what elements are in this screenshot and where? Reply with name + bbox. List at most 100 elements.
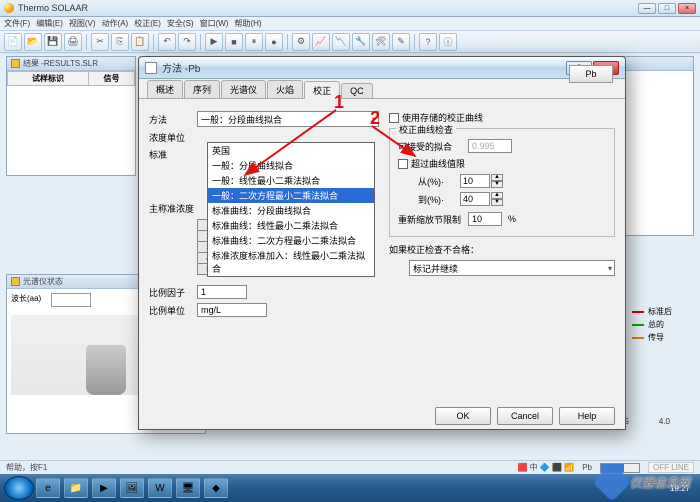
scale-factor-label: 比例因子 — [149, 286, 197, 299]
method-combo[interactable]: 一般：分段曲线拟合 — [197, 111, 379, 127]
beaker-icon — [86, 345, 126, 395]
menu-window[interactable]: 窗口(W) — [200, 18, 229, 29]
tb-undo[interactable]: ↶ — [158, 33, 176, 51]
tb-a3[interactable]: 📉 — [332, 33, 350, 51]
cancel-button[interactable]: Cancel — [497, 407, 553, 425]
tb-a5[interactable]: 🛠 — [372, 33, 390, 51]
method-dropdown[interactable]: 英国 一般：分段曲线拟合 一般：线性最小二乘法拟合 一般：二次方程最小二乘法拟合… — [207, 142, 375, 277]
tb-redo[interactable]: ↷ — [178, 33, 196, 51]
scale-factor-input[interactable] — [197, 285, 247, 299]
watermark: 仪器信息网 — [598, 468, 690, 496]
method-value: 一般：分段曲线拟合 — [201, 113, 282, 126]
close-button[interactable]: × — [678, 3, 696, 14]
tab-spectrometer[interactable]: 光谱仪 — [221, 80, 266, 98]
dd-item-3[interactable]: 一般：二次方程最小二乘法拟合 — [208, 188, 374, 203]
tab-qc[interactable]: QC — [341, 83, 373, 98]
task-ie[interactable]: e — [36, 478, 60, 498]
dd-item-1[interactable]: 一般：分段曲线拟合 — [208, 158, 374, 173]
tb-a1[interactable]: ⚙ — [292, 33, 310, 51]
tab-flame[interactable]: 火焰 — [267, 80, 303, 98]
ok-button[interactable]: OK — [435, 407, 491, 425]
tb-copy[interactable]: ⎘ — [111, 33, 129, 51]
from-spinner[interactable]: ▲▼ — [460, 174, 503, 188]
app-titlebar: Thermo SOLAAR — □ × — [0, 0, 700, 17]
tb-cut[interactable]: ✂ — [91, 33, 109, 51]
reset-limit-input[interactable] — [468, 212, 502, 226]
statusbar: 帮助，按F1 🟥 中 🔷 ⬛ 📶 Pb OFF LINE — [0, 460, 700, 474]
dialog-titlebar[interactable]: 方法 -Pb ? X — [139, 57, 625, 79]
tb-a2[interactable]: 📈 — [312, 33, 330, 51]
dd-item-5[interactable]: 标准曲线：线性最小二乘法拟合 — [208, 218, 374, 233]
reset-limit-unit: % — [508, 214, 516, 224]
from-label: 从(%)· — [418, 175, 460, 188]
dd-item-4[interactable]: 标准曲线：分段曲线拟合 — [208, 203, 374, 218]
tb-save[interactable]: 💾 — [44, 33, 62, 51]
tab-sequence[interactable]: 序列 — [184, 80, 220, 98]
use-stored-checkbox[interactable] — [389, 113, 399, 123]
app-window: Thermo SOLAAR — □ × 文件(F) 编辑(E) 视图(V) 动作… — [0, 0, 700, 502]
fail-action-combo[interactable]: 标记并继续 — [409, 260, 615, 276]
legend-label-2: 总的 — [648, 319, 664, 330]
menu-edit[interactable]: 编辑(E) — [36, 18, 63, 29]
tb-sep3 — [200, 34, 201, 50]
tb-run[interactable]: ▶ — [205, 33, 223, 51]
tb-stop[interactable]: ■ — [225, 33, 243, 51]
exceed-limit-checkbox[interactable] — [398, 159, 408, 169]
task-solaar[interactable]: ◆ — [204, 478, 228, 498]
tb-rec[interactable]: ● — [265, 33, 283, 51]
dd-item-2[interactable]: 一般：线性最小二乘法拟合 — [208, 173, 374, 188]
element-pb-button[interactable]: Pb — [569, 65, 613, 83]
annotation-2: 2 — [370, 108, 380, 129]
help-button[interactable]: Help — [559, 407, 615, 425]
dd-item-6[interactable]: 标准曲线：二次方程最小二乘法拟合 — [208, 233, 374, 248]
tb-info[interactable]: ⓘ — [439, 33, 457, 51]
results-panel: 结果 -RESULTS.SLR 试样标识 信号 — [6, 56, 136, 176]
menu-calib[interactable]: 校正(E) — [134, 18, 161, 29]
menu-security[interactable]: 安全(S) — [167, 18, 194, 29]
tb-open[interactable]: 📂 — [24, 33, 42, 51]
menu-help[interactable]: 帮助(H) — [234, 18, 261, 29]
dd-item-7[interactable]: 标准浓度标准加入：线性最小二乘法拟合 — [208, 248, 374, 276]
tb-pause[interactable]: ⏸ — [245, 33, 263, 51]
wavelength-field[interactable] — [51, 293, 91, 307]
task-media[interactable]: ▶ — [92, 478, 116, 498]
std-label: 标准 — [149, 148, 197, 161]
dialog-footer: OK Cancel Help — [435, 407, 615, 425]
tick-40: 4.0 — [659, 417, 670, 426]
start-button[interactable] — [4, 476, 34, 500]
results-panel-header[interactable]: 结果 -RESULTS.SLR — [7, 57, 135, 71]
task-calc[interactable]: 🖼 — [120, 478, 144, 498]
tb-paste[interactable]: 📋 — [131, 33, 149, 51]
tb-new[interactable]: 📄 — [4, 33, 22, 51]
results-panel-title: 结果 -RESULTS.SLR — [23, 58, 98, 69]
tb-a6[interactable]: ✎ — [392, 33, 410, 51]
menu-action[interactable]: 动作(A) — [102, 18, 129, 29]
dd-item-0[interactable]: 英国 — [208, 143, 374, 158]
maximize-button[interactable]: □ — [658, 3, 676, 14]
col-sample-id[interactable]: 试样标识 — [8, 72, 89, 86]
minimize-button[interactable]: — — [638, 3, 656, 14]
dialog-tabs: 概述 序列 光谱仪 火焰 校正 QC — [139, 79, 625, 99]
app-title: Thermo SOLAAR — [18, 3, 638, 13]
cal-check-group: 校正曲线检查 可接受的拟合 超过曲线值限 从(%)· ▲▼ 到(%)· — [389, 128, 615, 237]
tab-overview[interactable]: 概述 — [147, 80, 183, 98]
task-word[interactable]: W — [148, 478, 172, 498]
task-photo[interactable]: 🖥 — [176, 478, 200, 498]
col-signal[interactable]: 信号 — [89, 72, 135, 86]
tb-help[interactable]: ? — [419, 33, 437, 51]
tb-a4[interactable]: 🔧 — [352, 33, 370, 51]
tb-print[interactable]: 🖨 — [64, 33, 82, 51]
to-label: 到(%)· — [418, 193, 460, 206]
menu-file[interactable]: 文件(F) — [4, 18, 30, 29]
scale-unit-input[interactable] — [197, 303, 267, 317]
acceptable-fit-input[interactable] — [468, 139, 512, 153]
task-explorer[interactable]: 📁 — [64, 478, 88, 498]
wavelength-label: 波长(aa) — [11, 293, 51, 307]
scale-unit-label: 比例单位 — [149, 304, 197, 317]
menubar: 文件(F) 编辑(E) 视图(V) 动作(A) 校正(E) 安全(S) 窗口(W… — [0, 17, 700, 31]
menu-view[interactable]: 视图(V) — [69, 18, 96, 29]
results-table: 试样标识 信号 — [7, 71, 135, 86]
method-dialog: 方法 -Pb ? X 概述 序列 光谱仪 火焰 校正 QC Pb 方法 一般：分… — [138, 56, 626, 430]
legend-swatch — [632, 324, 644, 326]
to-spinner[interactable]: ▲▼ — [460, 192, 503, 206]
